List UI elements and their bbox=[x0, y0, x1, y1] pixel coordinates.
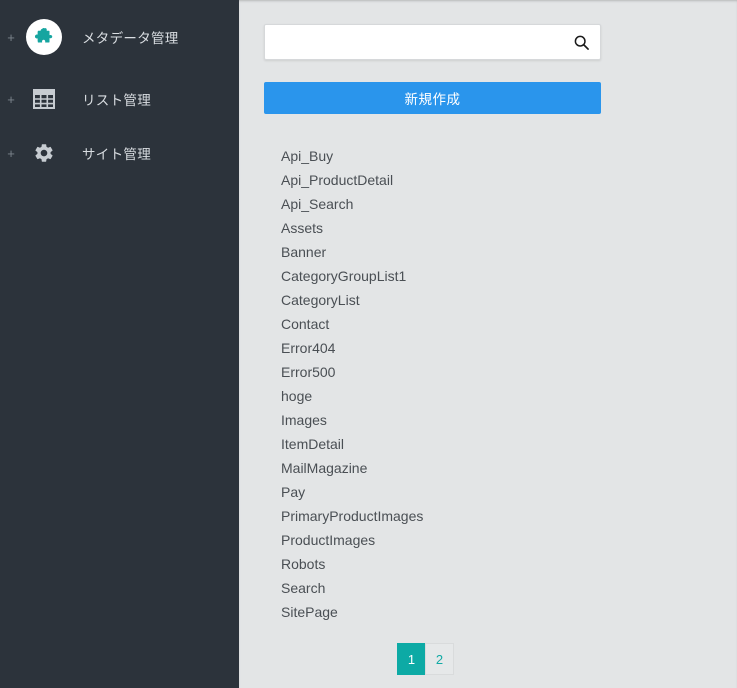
metadata-item-list: Api_Buy Api_ProductDetail Api_Search Ass… bbox=[264, 144, 601, 624]
sidebar-item-label: サイト管理 bbox=[82, 147, 151, 162]
search-icon[interactable] bbox=[572, 33, 590, 51]
search-input[interactable] bbox=[277, 25, 572, 59]
content-panel: 新規作成 Api_Buy Api_ProductDetail Api_Searc… bbox=[264, 24, 601, 675]
sidebar-item-list-management[interactable]: + リスト管理 bbox=[0, 72, 239, 126]
list-item[interactable]: Api_Search bbox=[281, 192, 601, 216]
list-item[interactable]: Error404 bbox=[281, 336, 601, 360]
pagination-page-1[interactable]: 1 bbox=[397, 643, 426, 675]
sidebar: + メタデータ管理 + リスト管理 + サイト管理 bbox=[0, 0, 239, 688]
gear-glyph bbox=[35, 144, 53, 162]
expand-plus-icon[interactable]: + bbox=[0, 31, 22, 44]
list-item[interactable]: MailMagazine bbox=[281, 456, 601, 480]
table-grid-glyph bbox=[33, 89, 55, 109]
magnifier-glyph bbox=[574, 35, 589, 50]
create-new-button[interactable]: 新規作成 bbox=[264, 82, 601, 114]
list-item[interactable]: Error500 bbox=[281, 360, 601, 384]
sidebar-item-metadata-management[interactable]: + メタデータ管理 bbox=[0, 10, 239, 64]
list-item[interactable]: CategoryGroupList1 bbox=[281, 264, 601, 288]
sidebar-item-label: メタデータ管理 bbox=[82, 31, 179, 46]
list-item[interactable]: Robots bbox=[281, 552, 601, 576]
list-item[interactable]: hoge bbox=[281, 384, 601, 408]
sidebar-item-site-management[interactable]: + サイト管理 bbox=[0, 126, 239, 180]
list-item[interactable]: ProductImages bbox=[281, 528, 601, 552]
gear-icon bbox=[22, 142, 66, 164]
expand-plus-icon[interactable]: + bbox=[0, 147, 22, 160]
main-content: 新規作成 Api_Buy Api_ProductDetail Api_Searc… bbox=[239, 0, 737, 688]
table-grid-icon bbox=[22, 89, 66, 109]
sidebar-item-label: リスト管理 bbox=[82, 93, 151, 108]
icon-circle-background bbox=[26, 19, 62, 55]
list-item[interactable]: SitePage bbox=[281, 600, 601, 624]
list-item[interactable]: Api_Buy bbox=[281, 144, 601, 168]
pagination-page-2[interactable]: 2 bbox=[425, 643, 454, 675]
pagination: 1 2 bbox=[397, 643, 601, 675]
list-item[interactable]: Images bbox=[281, 408, 601, 432]
list-item[interactable]: CategoryList bbox=[281, 288, 601, 312]
list-item[interactable]: ItemDetail bbox=[281, 432, 601, 456]
search-box[interactable] bbox=[264, 24, 601, 60]
list-item[interactable]: Pay bbox=[281, 480, 601, 504]
list-item[interactable]: PrimaryProductImages bbox=[281, 504, 601, 528]
list-item[interactable]: Contact bbox=[281, 312, 601, 336]
puzzle-piece-icon bbox=[22, 19, 66, 55]
app-root: + メタデータ管理 + リスト管理 + サイト管理 新規作成 Api_Buy A… bbox=[0, 0, 737, 688]
list-item[interactable]: Banner bbox=[281, 240, 601, 264]
puzzle-piece-glyph bbox=[34, 28, 53, 43]
list-item[interactable]: Assets bbox=[281, 216, 601, 240]
list-item[interactable]: Search bbox=[281, 576, 601, 600]
list-item[interactable]: Api_ProductDetail bbox=[281, 168, 601, 192]
expand-plus-icon[interactable]: + bbox=[0, 93, 22, 106]
